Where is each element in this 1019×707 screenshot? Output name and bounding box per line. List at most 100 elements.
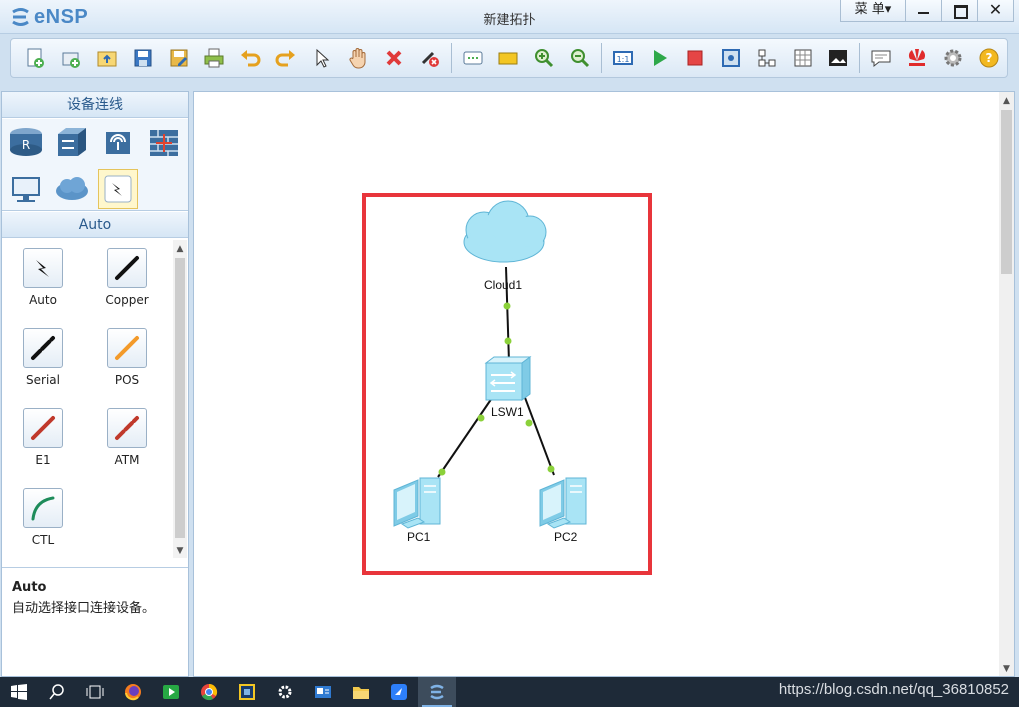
undo-icon [241, 50, 261, 67]
redo-button[interactable] [268, 41, 304, 75]
capture-icon [721, 49, 740, 67]
palette-icon [498, 52, 518, 65]
start-button[interactable] [0, 677, 38, 707]
router-icon: R [10, 128, 42, 156]
virtualbox-icon [239, 684, 255, 700]
taskbar-explorer[interactable] [342, 677, 380, 707]
lsw1-node-icon[interactable] [484, 356, 532, 401]
cable-list-scrollbar[interactable]: ▲ ▼ [173, 240, 187, 558]
node-label-pc2[interactable]: PC2 [554, 530, 577, 544]
cable-item-e1[interactable]: E1 [8, 408, 78, 467]
remote-desktop-icon [315, 686, 331, 698]
scroll-down-icon[interactable]: ▼ [999, 662, 1014, 676]
chat-icon [871, 50, 891, 68]
fit-button[interactable]: 1:1 [605, 41, 641, 75]
toolbar-separator [601, 43, 603, 73]
pc-category[interactable] [6, 169, 46, 209]
cable-item-pos[interactable]: POS [92, 328, 162, 387]
wireless-icon [106, 132, 130, 154]
taskbar-firefox[interactable] [114, 677, 152, 707]
wireless-category[interactable] [98, 122, 138, 162]
taskbar-settings[interactable] [266, 677, 304, 707]
capture-button[interactable] [713, 41, 749, 75]
zoom-in-button[interactable] [526, 41, 562, 75]
screenshot-button[interactable] [821, 41, 857, 75]
taskbar-ensp[interactable] [418, 677, 456, 707]
router-category[interactable]: R [6, 122, 46, 162]
cable-category[interactable] [98, 169, 138, 209]
cloud-category[interactable] [52, 169, 92, 209]
switch-category[interactable] [52, 122, 92, 162]
taskbar-feishu[interactable] [380, 677, 418, 707]
grid-icon [794, 49, 812, 67]
undo-button[interactable] [232, 41, 268, 75]
close-button[interactable]: ✕ [978, 0, 1014, 22]
title-bar: eNSP 新建拓扑 菜 单▾ ✕ [0, 0, 1019, 34]
chrome-icon [201, 683, 218, 701]
scroll-thumb[interactable] [1001, 110, 1012, 274]
zoom-out-button[interactable] [562, 41, 598, 75]
atm-cable-icon [115, 416, 139, 440]
taskbar-virtualbox[interactable] [228, 677, 266, 707]
delete-links-button[interactable] [412, 41, 448, 75]
open-button[interactable] [89, 41, 125, 75]
cable-item-copper[interactable]: Copper [92, 248, 162, 307]
pan-button[interactable] [340, 41, 376, 75]
text-button[interactable] [455, 41, 491, 75]
cable-list: Auto Copper Serial POS E1 ATM CTL [2, 240, 188, 558]
cable-item-atm[interactable]: ATM [92, 408, 162, 467]
new-lab-button[interactable] [53, 41, 89, 75]
select-button[interactable] [304, 41, 340, 75]
chat-button[interactable] [863, 41, 899, 75]
settings-button[interactable] [935, 41, 971, 75]
pc2-node-icon[interactable] [539, 477, 587, 529]
gear-icon [278, 685, 292, 699]
taskbar-chrome[interactable] [190, 677, 228, 707]
scroll-up-icon[interactable]: ▲ [999, 94, 1014, 108]
delete-button[interactable] [376, 41, 412, 75]
pc1-node-icon[interactable] [393, 477, 441, 529]
search-button[interactable] [38, 677, 76, 707]
topology-canvas[interactable]: Cloud1 LSW1 PC1 PC2 ▲ ▼ [193, 91, 1015, 677]
canvas-scrollbar[interactable]: ▲ ▼ [999, 92, 1014, 676]
cable-item-serial[interactable]: Serial [8, 328, 78, 387]
firewall-category[interactable] [144, 122, 184, 162]
firewall-icon [150, 130, 178, 156]
scroll-down-icon[interactable]: ▼ [173, 544, 187, 558]
grid-button[interactable] [785, 41, 821, 75]
open-icon [97, 51, 117, 67]
cable-item-auto[interactable]: Auto [8, 248, 78, 307]
cable-item-ctl[interactable]: CTL [8, 488, 78, 547]
link-lsw1-pc1[interactable] [437, 394, 495, 478]
ensp-icon [430, 684, 444, 700]
scroll-thumb[interactable] [175, 258, 185, 538]
pos-cable-icon [115, 336, 139, 360]
huawei-button[interactable] [899, 41, 935, 75]
cloud1-node-icon[interactable] [463, 200, 547, 263]
ctl-cable-icon [31, 496, 55, 521]
svg-text:R: R [22, 138, 30, 152]
palette-button[interactable] [491, 41, 527, 75]
menu-button[interactable]: 菜 单▾ [840, 0, 906, 22]
save-as-button[interactable] [161, 41, 197, 75]
node-label-lsw1[interactable]: LSW1 [491, 405, 524, 419]
topology-drawing [393, 200, 587, 529]
taskbar-remote[interactable] [304, 677, 342, 707]
minimize-button[interactable] [906, 0, 942, 22]
stop-devices-button[interactable] [677, 41, 713, 75]
copper-cable-icon [115, 256, 139, 280]
help-button[interactable]: ? [971, 41, 1007, 75]
print-button[interactable] [196, 41, 232, 75]
node-label-cloud1[interactable]: Cloud1 [484, 278, 522, 292]
port-up-indicator [547, 465, 555, 473]
task-view-button[interactable] [76, 677, 114, 707]
taskbar-media[interactable] [152, 677, 190, 707]
maximize-button[interactable] [942, 0, 978, 22]
link-lsw1-pc2[interactable] [523, 394, 555, 476]
topology-view-button[interactable] [749, 41, 785, 75]
scroll-up-icon[interactable]: ▲ [173, 242, 187, 256]
save-button[interactable] [125, 41, 161, 75]
start-devices-button[interactable] [641, 41, 677, 75]
node-label-pc1[interactable]: PC1 [407, 530, 430, 544]
new-topology-button[interactable] [17, 41, 53, 75]
